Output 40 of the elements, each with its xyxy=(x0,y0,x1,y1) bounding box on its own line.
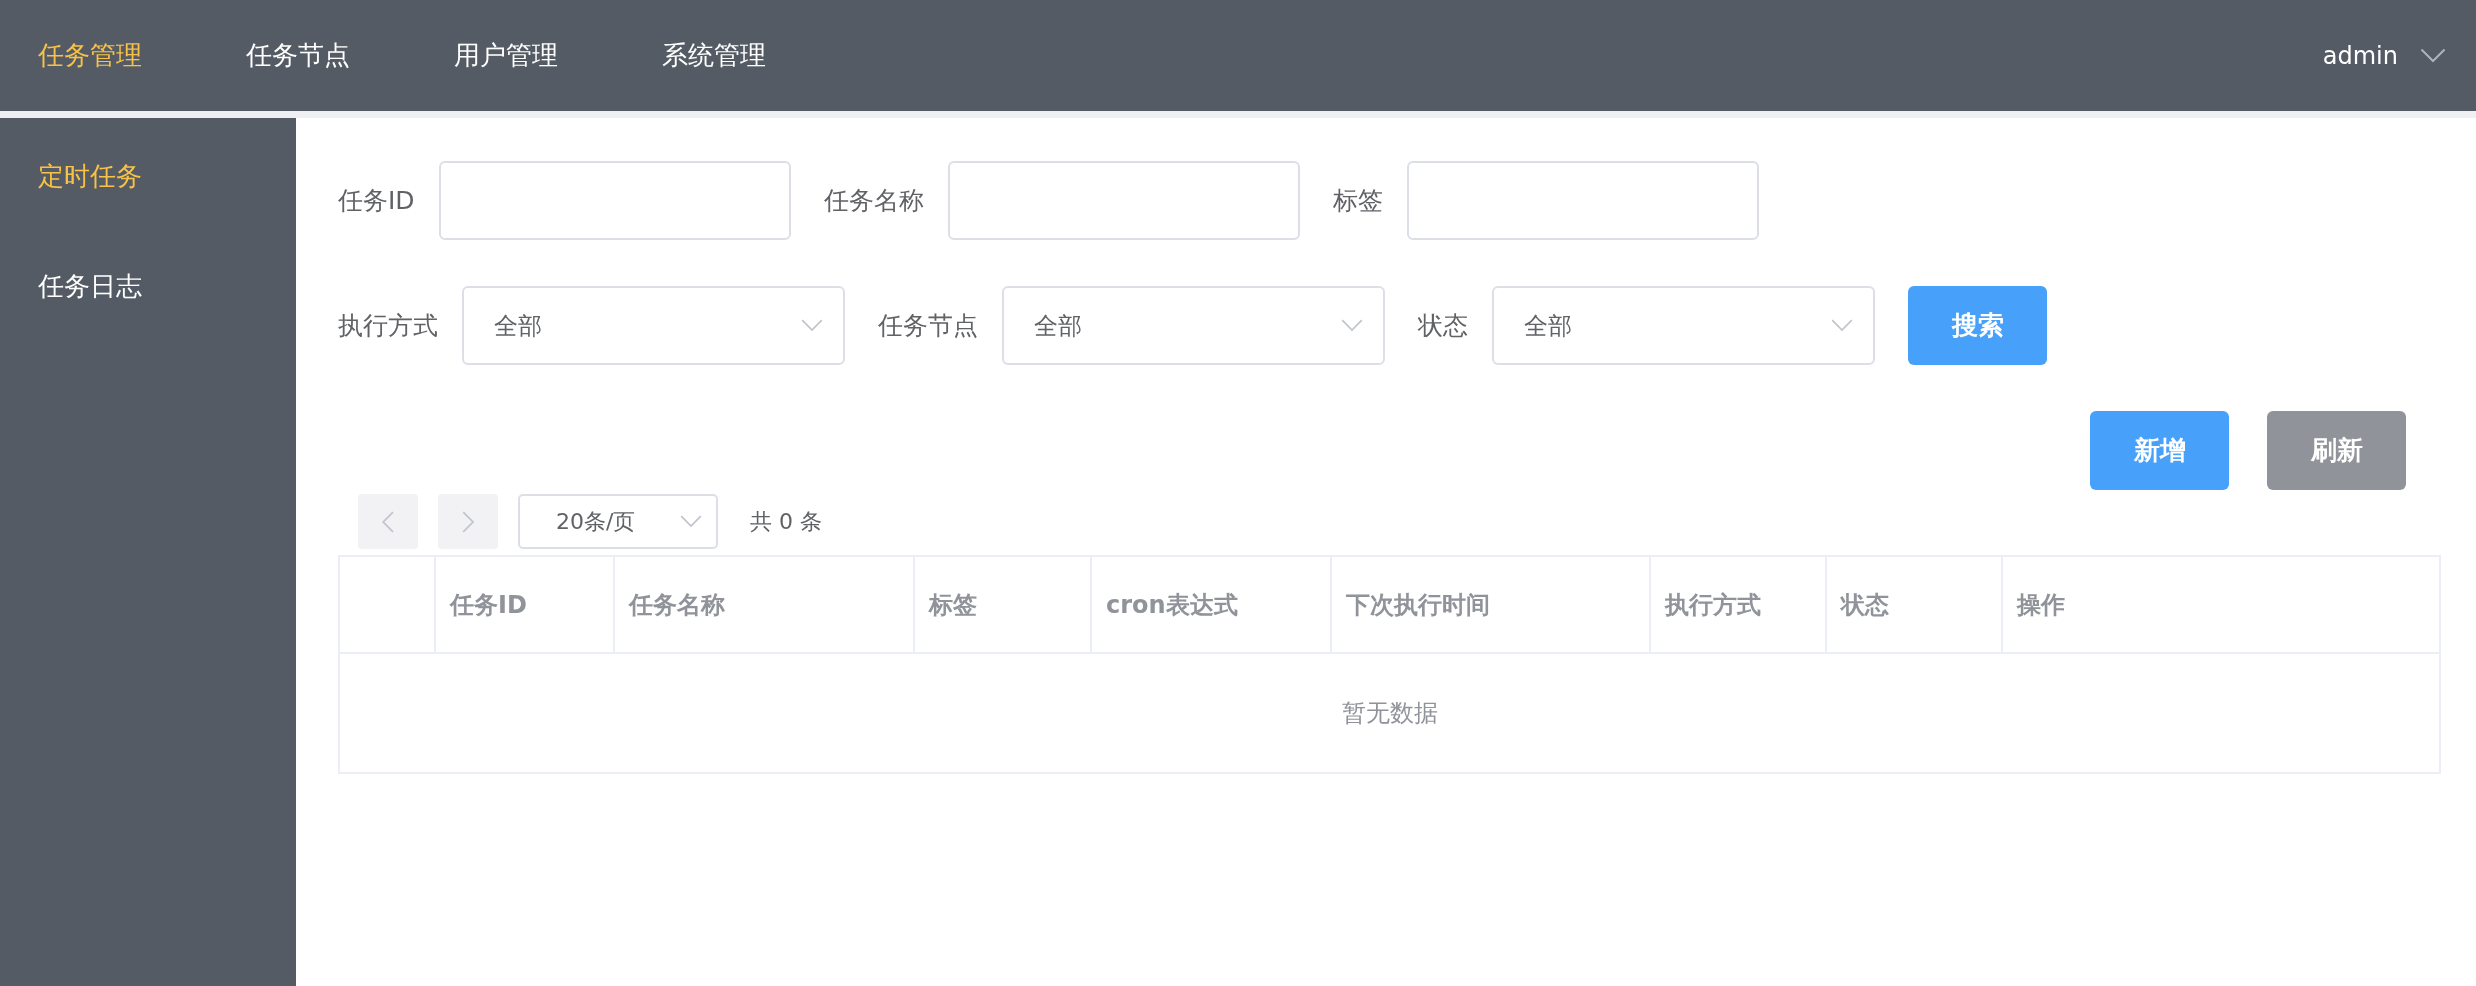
next-page-button[interactable] xyxy=(438,494,498,549)
refresh-button[interactable]: 刷新 xyxy=(2267,411,2406,490)
empty-text: 暂无数据 xyxy=(1341,698,1438,729)
field-label: 任务名称 xyxy=(823,185,924,217)
nav-item[interactable]: 系统管理 xyxy=(662,38,766,73)
select-field[interactable]: 全部 xyxy=(462,286,845,365)
field-label: 任务ID xyxy=(338,185,415,217)
select-field[interactable]: 全部 xyxy=(1492,286,1875,365)
column-header: 状态 xyxy=(1841,589,1889,621)
sidebar-item[interactable]: 任务日志 xyxy=(0,248,296,358)
chevron-right-icon xyxy=(461,510,475,533)
field-label: 状态 xyxy=(1418,310,1468,342)
caret-icon xyxy=(2420,48,2446,63)
input-field[interactable] xyxy=(947,161,1300,240)
field-label: 标签 xyxy=(1332,185,1383,217)
input-field[interactable] xyxy=(438,161,791,240)
column-header: 执行方式 xyxy=(1665,589,1761,621)
nav-item[interactable]: 任务管理 xyxy=(38,38,142,73)
nav-item[interactable]: 用户管理 xyxy=(454,38,558,73)
sidebar-item[interactable]: 定时任务 xyxy=(0,138,296,248)
caret-icon xyxy=(801,319,823,332)
field-label: 执行方式 xyxy=(338,310,438,342)
chevron-left-icon xyxy=(381,510,395,533)
nav-item[interactable]: 任务节点 xyxy=(246,38,350,73)
input-field[interactable] xyxy=(1406,161,1759,240)
field-label: 任务节点 xyxy=(878,310,978,342)
column-header: 下次执行时间 xyxy=(1346,589,1490,621)
column-header: 标签 xyxy=(929,589,977,621)
caret-icon xyxy=(1831,319,1853,332)
select-field[interactable]: 全部 xyxy=(1002,286,1385,365)
caret-icon xyxy=(680,515,702,528)
column-header: 任务ID xyxy=(450,589,527,621)
column-header: cron表达式 xyxy=(1106,589,1238,621)
column-header: 操作 xyxy=(2017,589,2065,621)
page-size-select[interactable]: 20条/页 xyxy=(518,494,718,549)
column-header: 任务名称 xyxy=(629,589,725,621)
total-count: 共 0 条 xyxy=(750,507,822,536)
user-name[interactable]: admin xyxy=(2322,41,2398,70)
prev-page-button[interactable] xyxy=(358,494,418,549)
caret-icon xyxy=(1341,319,1363,332)
